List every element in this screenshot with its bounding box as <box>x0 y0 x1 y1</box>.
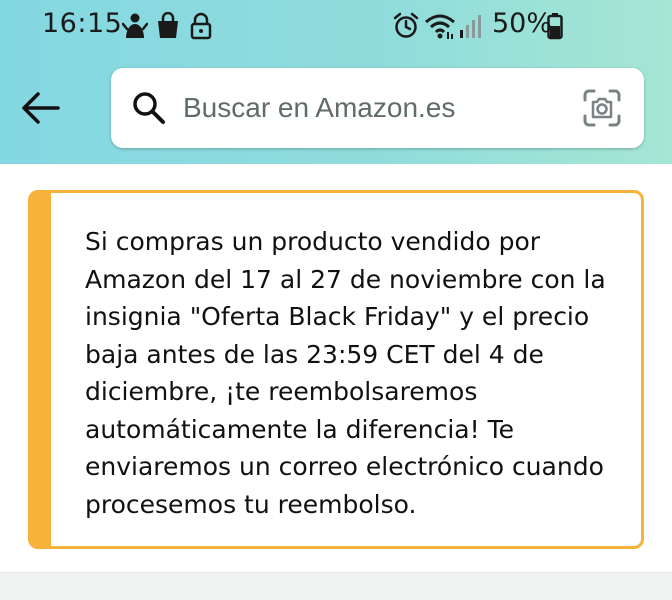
search-icon <box>133 92 165 124</box>
search-box[interactable] <box>111 68 644 148</box>
black-friday-notice: Si compras un producto vendido por Amazo… <box>28 190 644 549</box>
notice-line: Si compras un producto vendido por <box>85 227 541 256</box>
notice-line: Amazon del 17 al 27 de noviembre con la <box>85 264 606 294</box>
lock-icon <box>190 12 212 40</box>
wifi-icon <box>425 14 455 39</box>
notice-line: enviaremos un correo electrónico cuando <box>85 452 604 481</box>
notice-accent-bar <box>31 193 51 546</box>
notice-line: diciembre, ¡te reembolsaremos <box>85 377 478 406</box>
status-bar: 16:15 50% <box>0 0 672 52</box>
back-arrow-icon[interactable] <box>18 88 62 128</box>
battery-icon <box>547 13 563 40</box>
notice-line: automáticamente la diferencia! Te <box>85 414 515 444</box>
section-divider <box>0 572 672 600</box>
alarm-icon <box>393 12 419 38</box>
signal-icon <box>460 15 481 38</box>
notice-line: baja antes de las 23:59 CET del 4 de <box>85 339 544 369</box>
search-input[interactable] <box>183 68 573 148</box>
status-time: 16:15 <box>42 8 123 39</box>
battery-percent: 50% <box>492 8 553 39</box>
shopping-bag-icon <box>158 12 178 38</box>
person-icon <box>122 13 148 38</box>
header: 16:15 50% Buscar en Amazon.es <box>0 0 672 164</box>
camera-scan-icon[interactable] <box>582 88 622 128</box>
notice-line: procesemos tu reembolso. <box>85 489 417 519</box>
notice-line: insignia "Oferta Black Friday" y el prec… <box>85 302 590 331</box>
notice-text: Si compras un producto vendido por Amazo… <box>85 223 625 523</box>
